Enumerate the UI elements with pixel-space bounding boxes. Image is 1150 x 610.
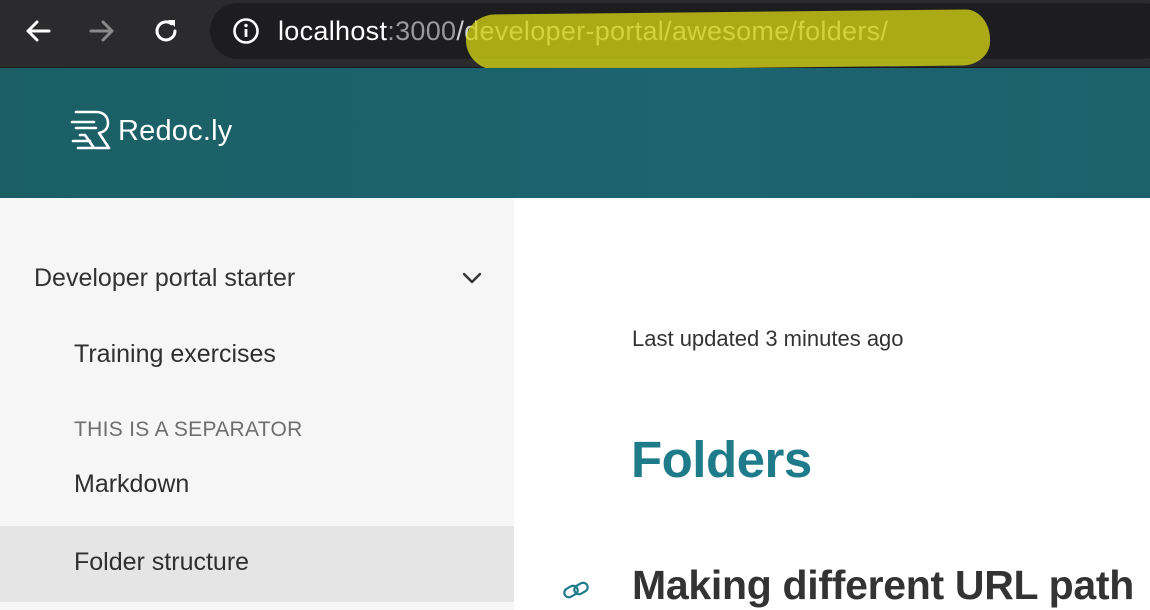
sidebar-separator: THIS IS A SEPARATOR [74, 418, 303, 441]
redocly-logo-icon [70, 110, 111, 150]
last-updated-text: Last updated 3 minutes ago [632, 326, 904, 351]
section-heading: Making different URL path [632, 562, 1134, 608]
sidebar-group-label: Developer portal starter [34, 263, 296, 292]
sidebar-item-markdown[interactable]: Markdown [74, 470, 189, 499]
url-port: :3000 [387, 16, 457, 46]
logo[interactable]: Redoc.ly [70, 108, 232, 154]
logo-text: Redoc.ly [118, 114, 233, 147]
url-text[interactable]: localhost:3000/developer-portal/awesome/… [278, 15, 888, 47]
page-title: Folders [631, 431, 812, 488]
site-header: Redoc.ly [0, 68, 1150, 198]
sidebar: Developer portal starter Training exerci… [0, 198, 514, 610]
sidebar-item-training-exercises[interactable]: Training exercises [74, 340, 276, 369]
browser-toolbar: localhost:3000/developer-portal/awesome/… [0, 0, 1150, 71]
arrow-right-icon [89, 20, 114, 42]
url-host: localhost [278, 16, 388, 46]
sidebar-item-folder-structure[interactable]: Folder structure [0, 526, 514, 602]
sidebar-group-developer-portal-starter[interactable]: Developer portal starter [34, 258, 484, 298]
back-button[interactable] [18, 11, 58, 51]
reload-icon [155, 20, 177, 42]
url-path: /developer-portal/awesome/folders/ [456, 16, 889, 46]
arrow-left-icon [26, 20, 51, 42]
sidebar-item-label: Folder structure [74, 548, 250, 576]
link-icon[interactable] [562, 578, 590, 602]
chevron-down-icon [462, 272, 482, 284]
reload-button[interactable] [146, 11, 186, 51]
forward-button[interactable] [82, 11, 122, 51]
main-content: Last updated 3 minutes ago Folders Makin… [514, 198, 1150, 610]
info-icon[interactable] [232, 17, 260, 45]
address-bar[interactable]: localhost:3000/developer-portal/awesome/… [210, 3, 1150, 59]
